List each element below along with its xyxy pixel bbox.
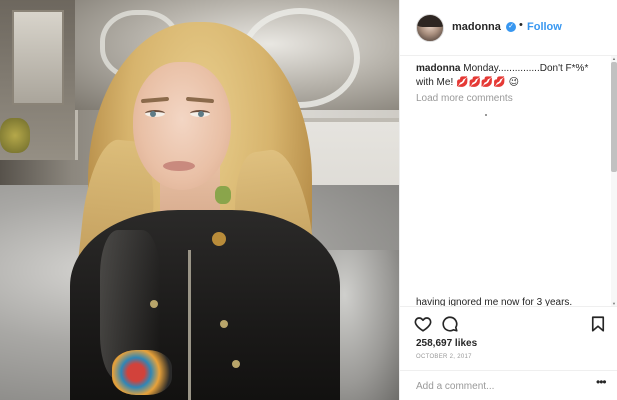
scroll-up-arrow-icon[interactable]: ▲ xyxy=(611,56,617,61)
photo-window xyxy=(12,10,64,105)
post-date: OCTOBER 2, 2017 xyxy=(416,354,472,360)
load-more-comments-link[interactable]: Load more comments xyxy=(416,93,513,104)
photo-jacket-zipper xyxy=(188,250,191,400)
comment-input[interactable] xyxy=(416,379,586,393)
comment-icon[interactable] xyxy=(441,315,459,333)
photo-jacket-stud xyxy=(220,320,228,328)
loading-dot xyxy=(485,114,487,116)
instagram-post: madonna ✓ • Follow madonna Monday.......… xyxy=(0,0,617,400)
heart-icon[interactable] xyxy=(414,315,432,333)
photo-jacket-stud xyxy=(150,300,158,308)
comments-section: madonna Monday...............Don't F*%* … xyxy=(400,56,610,306)
post-header: madonna ✓ • Follow xyxy=(400,0,617,56)
photo-brooch xyxy=(212,232,226,246)
photo-lips xyxy=(163,161,195,171)
photo-jacket-stud xyxy=(232,360,240,368)
photo-right-iris xyxy=(198,111,204,117)
photo-plant xyxy=(0,118,30,153)
photo-earring xyxy=(215,186,231,204)
verified-badge-icon: ✓ xyxy=(506,22,516,32)
avatar-hair xyxy=(417,15,443,27)
comments-scrollbar[interactable]: ▲ ▼ xyxy=(611,56,617,306)
post-caption: madonna Monday...............Don't F*%* … xyxy=(416,62,606,90)
bookmark-icon[interactable] xyxy=(589,315,607,333)
add-comment-bar: ••• xyxy=(400,370,617,400)
post-actions-bar xyxy=(400,306,617,340)
header-separator: • xyxy=(519,19,523,31)
scrollbar-thumb[interactable] xyxy=(611,62,617,172)
caption-username-link[interactable]: madonna xyxy=(416,63,460,74)
username-link[interactable]: madonna xyxy=(452,21,501,33)
follow-button[interactable]: Follow xyxy=(527,21,562,33)
photo-floral-embroidery xyxy=(112,350,172,395)
post-photo[interactable] xyxy=(0,0,399,400)
avatar[interactable] xyxy=(416,14,444,42)
photo-left-iris xyxy=(150,111,156,117)
likes-count[interactable]: 258,697 likes xyxy=(416,338,477,349)
comment-text: having ignored me now for 3 years. xyxy=(416,297,573,306)
more-options-icon[interactable]: ••• xyxy=(596,376,610,391)
post-side-panel: madonna ✓ • Follow madonna Monday.......… xyxy=(399,0,617,400)
